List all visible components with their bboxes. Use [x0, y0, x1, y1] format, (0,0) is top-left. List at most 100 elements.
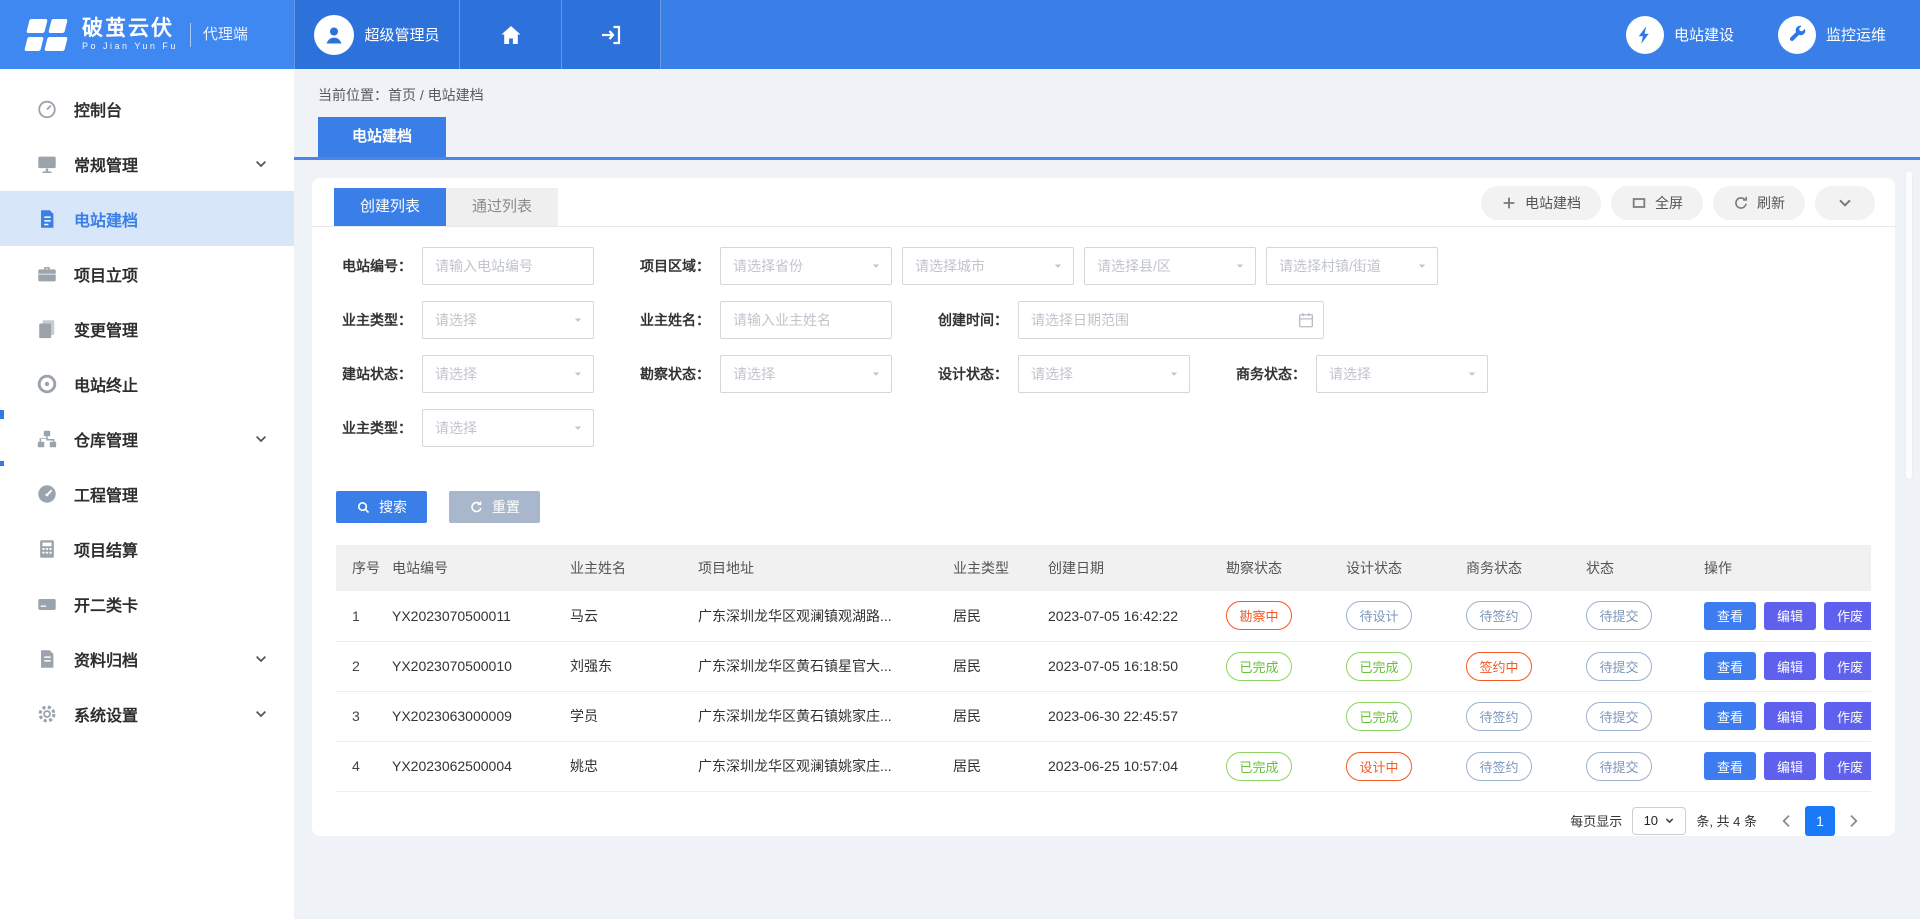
- edit-button[interactable]: 编辑: [1764, 602, 1816, 630]
- sidebar-item-warehouse-management[interactable]: 仓库管理: [0, 411, 294, 466]
- logout-button[interactable]: [561, 0, 661, 69]
- sidebar-item-general-management[interactable]: 常规管理: [0, 136, 294, 191]
- add-station-button[interactable]: 电站建档: [1481, 186, 1601, 220]
- fullscreen-button[interactable]: 全屏: [1611, 186, 1703, 220]
- void-button[interactable]: 作废: [1824, 652, 1871, 680]
- build-status-select[interactable]: 请选择: [422, 355, 594, 393]
- next-page-button[interactable]: [1845, 813, 1861, 829]
- card-icon: [36, 593, 58, 615]
- design-status-cell: 待设计: [1338, 591, 1458, 641]
- view-button[interactable]: 查看: [1704, 652, 1756, 680]
- sidebar-item-system-settings[interactable]: 系统设置: [0, 686, 294, 741]
- county-select[interactable]: 请选择县/区: [1084, 247, 1256, 285]
- void-button[interactable]: 作废: [1824, 602, 1871, 630]
- city-select[interactable]: 请选择城市: [902, 247, 1074, 285]
- sidebar-item-project-initiation[interactable]: 项目立项: [0, 246, 294, 301]
- created-date-cell: 2023-07-05 16:18:50: [1040, 641, 1218, 691]
- void-button[interactable]: 作废: [1824, 702, 1871, 730]
- search-button[interactable]: 搜索: [336, 491, 427, 523]
- sidebar-item-data-archive[interactable]: 资料归档: [0, 631, 294, 686]
- topnav-station-construction[interactable]: 电站建设: [1626, 16, 1734, 54]
- owner-type-cell: 居民: [945, 741, 1040, 791]
- tab-create-list[interactable]: 创建列表: [334, 188, 446, 226]
- briefcase-icon: [36, 263, 58, 285]
- gear-icon: [36, 703, 58, 725]
- prev-page-button[interactable]: [1779, 813, 1795, 829]
- sidebar-item-label: 控制台: [74, 97, 268, 121]
- filter-field: 勘察状态： 请选择: [634, 355, 892, 393]
- filter-field: 请选择村镇/街道: [1266, 247, 1438, 285]
- copy-icon: [36, 318, 58, 340]
- void-button[interactable]: 作废: [1824, 752, 1871, 780]
- province-select[interactable]: 请选择省份: [720, 247, 892, 285]
- owner-type-select-2[interactable]: 请选择: [422, 409, 594, 447]
- create-date-range-input[interactable]: 请选择日期范围: [1018, 301, 1324, 339]
- breadcrumb-home-link[interactable]: 首页: [388, 87, 416, 103]
- business-status-select[interactable]: 请选择: [1316, 355, 1488, 393]
- sidebar-item-second-class-card[interactable]: 开二类卡: [0, 576, 294, 631]
- edit-button[interactable]: 编辑: [1764, 652, 1816, 680]
- view-button[interactable]: 查看: [1704, 702, 1756, 730]
- address-cell: 广东深圳龙华区观澜镇姚家庄...: [690, 741, 945, 791]
- view-button[interactable]: 查看: [1704, 752, 1756, 780]
- collapse-button[interactable]: [1815, 186, 1875, 220]
- select-placeholder: 请选择省份: [733, 256, 803, 276]
- village-select[interactable]: 请选择村镇/街道: [1266, 247, 1438, 285]
- logout-icon: [599, 23, 623, 47]
- filter-field: 业主姓名：: [634, 301, 892, 339]
- tab-pass-list[interactable]: 通过列表: [446, 188, 558, 226]
- user-menu[interactable]: 超级管理员: [294, 0, 459, 69]
- sidebar-item-project-settlement[interactable]: 项目结算: [0, 521, 294, 576]
- filter-label: 勘察状态：: [634, 364, 710, 384]
- filter-field: 电站编号：: [336, 247, 594, 285]
- filter-field: 创建时间：请选择日期范围: [932, 301, 1324, 339]
- sidebar-item-station-filing[interactable]: 电站建档: [0, 191, 294, 246]
- station-code-cell: YX2023062500004: [384, 741, 562, 791]
- sidebar-item-console[interactable]: 控制台: [0, 81, 294, 136]
- page-1-button[interactable]: 1: [1805, 806, 1835, 836]
- topnav-monitoring-ops[interactable]: 监控运维: [1778, 16, 1886, 54]
- filter-field: 业主类型：请选择: [336, 301, 594, 339]
- table-row: 4YX2023062500004姚忠广东深圳龙华区观澜镇姚家庄...居民2023…: [336, 741, 1871, 791]
- filter-label: 电站编号：: [336, 256, 412, 276]
- reset-button[interactable]: 重置: [449, 491, 540, 523]
- top-bar: 破茧云伏 Po Jian Yun Fu 代理端 超级管理员 电站建设监控运维: [0, 0, 1920, 69]
- archive-icon: [36, 648, 58, 670]
- caret-down-icon: [1664, 815, 1675, 826]
- caret-down-icon: [1415, 259, 1429, 273]
- index-cell: 3: [336, 691, 384, 741]
- page-tab-station-filing[interactable]: 电站建档: [318, 117, 446, 157]
- logo-title: 破茧云伏: [82, 17, 178, 40]
- sidebar-item-station-termination[interactable]: 电站终止: [0, 356, 294, 411]
- sidebar-item-engineering-management[interactable]: 工程管理: [0, 466, 294, 521]
- view-button[interactable]: 查看: [1704, 602, 1756, 630]
- per-page-select[interactable]: 10: [1632, 807, 1686, 835]
- edit-button[interactable]: 编辑: [1764, 752, 1816, 780]
- column-header: 创建日期: [1040, 545, 1218, 591]
- design-status-select[interactable]: 请选择: [1018, 355, 1190, 393]
- home-button[interactable]: [459, 0, 561, 69]
- sidebar-item-change-management[interactable]: 变更管理: [0, 301, 294, 356]
- caret-down-icon: [1051, 259, 1065, 273]
- total-count-label: 条, 共 4 条: [1696, 811, 1757, 830]
- filter-form: 电站编号：项目区域：请选择省份请选择城市请选择县/区请选择村镇/街道业主类型：请…: [312, 227, 1895, 447]
- gauge-icon: [36, 483, 58, 505]
- created-date-cell: 2023-07-05 16:42:22: [1040, 591, 1218, 641]
- caret-down-icon: [571, 367, 585, 381]
- table-row: 2YX2023070500010刘强东广东深圳龙华区黄石镇星官大...居民202…: [336, 641, 1871, 691]
- topnav-label: 电站建设: [1674, 24, 1734, 45]
- edit-button[interactable]: 编辑: [1764, 702, 1816, 730]
- station-code-input[interactable]: [422, 247, 594, 285]
- survey-status-select[interactable]: 请选择: [720, 355, 892, 393]
- page-scrollbar[interactable]: [1905, 170, 1913, 480]
- owner-type-select[interactable]: 请选择: [422, 301, 594, 339]
- filter-field: 设计状态：请选择: [932, 355, 1190, 393]
- filter-buttons: 搜索 重置: [312, 463, 1895, 523]
- survey-status-cell: 已完成: [1218, 741, 1338, 791]
- calculator-icon: [36, 538, 58, 560]
- owner-name-input[interactable]: [720, 301, 892, 339]
- breadcrumb-current: 电站建档: [428, 87, 484, 103]
- refresh-button[interactable]: 刷新: [1713, 186, 1805, 220]
- filter-row: 建站状态：请选择勘察状态：请选择设计状态：请选择商务状态：请选择: [336, 355, 1871, 393]
- caret-down-icon: [571, 313, 585, 327]
